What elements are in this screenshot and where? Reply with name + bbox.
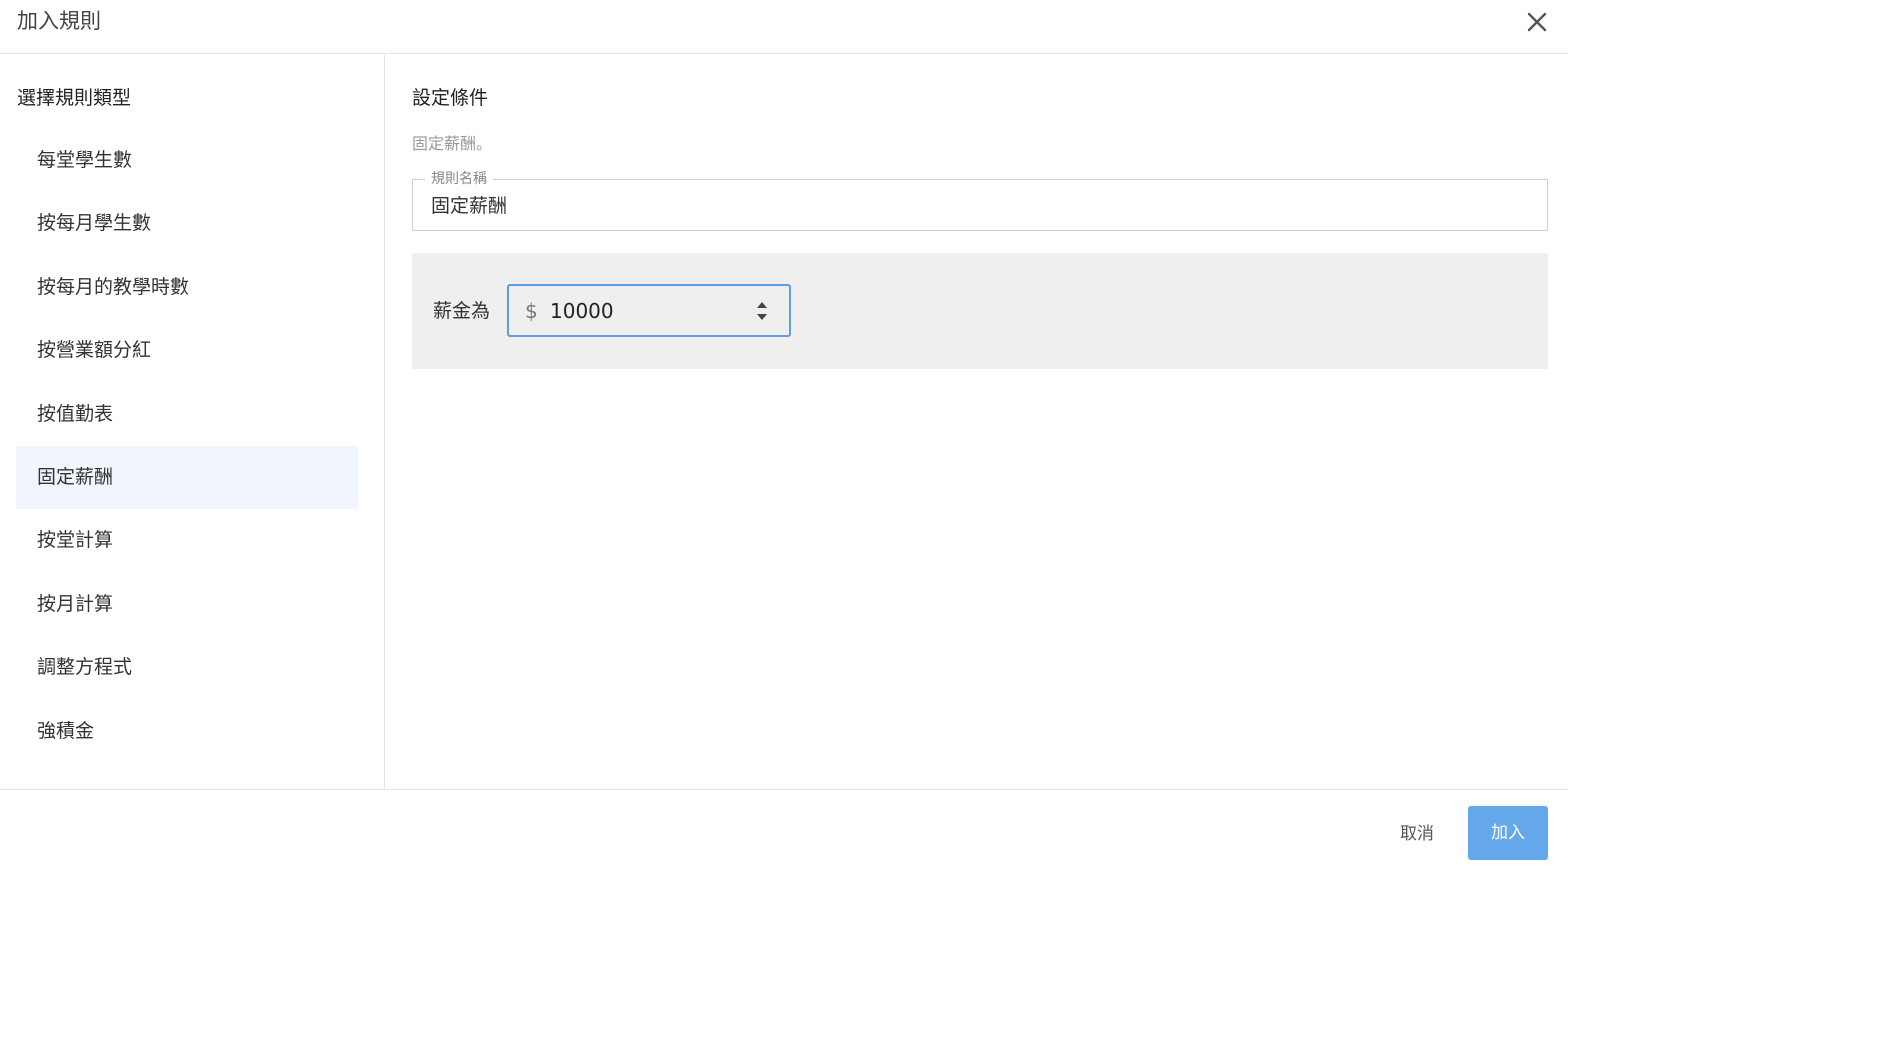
rule-type-item[interactable]: 按每月的教學時數 [16,256,358,319]
rule-type-item[interactable]: 調整方程式 [16,636,358,699]
salary-condition-box: 薪金為 $ 10000 [412,253,1548,369]
rule-name-label: 規則名稱 [425,169,493,189]
dialog-footer: 取消 加入 [0,789,1568,872]
rule-type-heading: 選擇規則類型 [17,87,132,109]
rule-type-item[interactable]: 按月計算 [16,573,358,636]
rule-type-panel: 選擇規則類型 每堂學生數 按每月學生數 按每月的教學時數 按營業額分紅 按值勤表… [0,55,385,789]
rule-description: 固定薪酬。 [412,134,493,153]
rule-type-item[interactable]: 按堂計算 [16,509,358,572]
cancel-button[interactable]: 取消 [1386,814,1448,854]
amount-stepper[interactable] [755,300,769,322]
rule-type-item[interactable]: 按值勤表 [16,383,358,446]
condition-panel: 設定條件 固定薪酬。 規則名稱 薪金為 $ 10000 [386,55,1568,789]
rule-type-list: 每堂學生數 按每月學生數 按每月的教學時數 按營業額分紅 按值勤表 固定薪酬 按… [16,129,358,763]
salary-amount-value[interactable]: 10000 [550,298,614,324]
rule-type-item-selected[interactable]: 固定薪酬 [16,445,358,510]
close-icon [1527,12,1547,32]
dialog-header: 加入規則 [0,0,1568,54]
salary-amount-input[interactable]: $ 10000 [507,284,791,337]
close-button[interactable] [1522,7,1552,37]
dialog-title: 加入規則 [17,9,101,33]
rule-name-input[interactable] [431,192,1431,220]
condition-heading: 設定條件 [412,87,489,109]
rule-type-item[interactable]: 按每月學生數 [16,192,358,255]
currency-symbol: $ [525,299,538,323]
rule-type-item[interactable]: 強積金 [16,700,358,763]
salary-label: 薪金為 [433,300,491,322]
add-button[interactable]: 加入 [1468,806,1548,860]
rule-name-field: 規則名稱 [412,169,1548,231]
rule-type-item[interactable]: 按營業額分紅 [16,319,358,382]
add-rule-dialog: 加入規則 選擇規則類型 每堂學生數 按每月學生數 按每月的教學時數 按營業額分紅… [0,0,1568,872]
stepper-arrows-icon [757,302,767,320]
rule-type-item[interactable]: 每堂學生數 [16,129,358,192]
